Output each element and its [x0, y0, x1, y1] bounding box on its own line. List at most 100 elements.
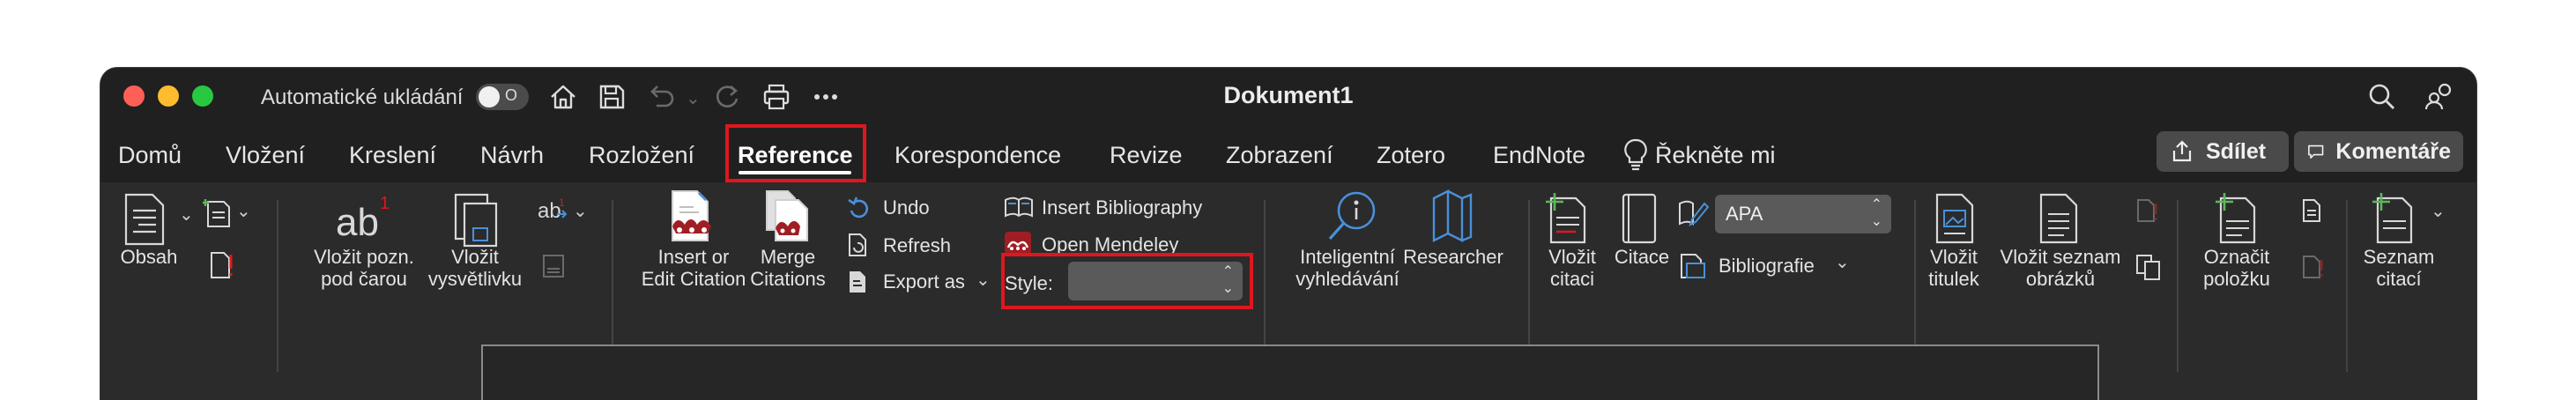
insert-citation-label-line2: citaci	[1549, 268, 1595, 290]
smart-lookup-label[interactable]: Inteligentní vyhledávání	[1281, 246, 1414, 290]
share-icon	[2172, 140, 2192, 162]
document-title: Dokument1	[1223, 82, 1354, 108]
next-footnote-dropdown-chevron-icon[interactable]: ⌄	[573, 200, 588, 222]
ribbon-separator	[277, 200, 278, 372]
tab-design[interactable]: Návrh	[480, 142, 544, 169]
toc-dropdown-chevron-icon[interactable]: ⌄	[179, 204, 194, 226]
mendeley-merge-label-line2: Citations	[750, 268, 826, 290]
insert-bibliography-icon[interactable]	[1004, 195, 1034, 219]
ribbon-separator	[2177, 200, 2179, 372]
mendeley-undo-label[interactable]: Undo	[883, 196, 930, 219]
citation-style-icon	[1678, 200, 1710, 226]
insert-footnote-label-line2: pod čarou	[321, 268, 407, 290]
tab-draw[interactable]: Kreslení	[349, 142, 436, 169]
insert-citation-label[interactable]: Vložit citaci	[1524, 246, 1621, 290]
tab-mailings[interactable]: Korespondence	[895, 142, 1061, 169]
stepper-arrows-icon: ⌃ ⌄	[1870, 197, 1882, 229]
insert-endnote-label[interactable]: Vložit vysvětlivku	[422, 246, 528, 290]
insert-bibliography-label[interactable]: Insert Bibliography	[1042, 196, 1202, 219]
next-footnote-icon[interactable]: ab 1	[538, 196, 568, 223]
comments-label: Komentáře	[2335, 138, 2451, 164]
update-figures-table-icon[interactable]	[2134, 196, 2161, 225]
tab-zotero[interactable]: Zotero	[1377, 142, 1445, 169]
tab-layout[interactable]: Rozložení	[589, 142, 694, 169]
mendeley-insert-citation-icon[interactable]	[667, 188, 718, 244]
bibliography-style-select[interactable]: APA ⌃ ⌄	[1715, 195, 1891, 233]
bibliography-style-value: APA	[1726, 203, 1763, 225]
comment-icon	[2308, 144, 2324, 159]
svg-text:ab: ab	[538, 199, 561, 223]
style-field-highlight-box	[1001, 253, 1253, 309]
export-dropdown-chevron-icon[interactable]: ⌄	[976, 269, 991, 291]
mendeley-merge-citations-icon[interactable]	[763, 188, 814, 244]
reference-tab-highlight-box	[725, 124, 866, 182]
insert-caption-label[interactable]: Vložit titulek	[1914, 246, 1993, 290]
insert-caption-icon[interactable]	[1934, 191, 1978, 246]
mark-citation-dropdown-chevron-icon[interactable]: ⌄	[2431, 200, 2446, 222]
comments-button[interactable]: Komentáře	[2294, 131, 2463, 172]
insert-endnote-label-line2: vysvětlivku	[427, 268, 523, 290]
tab-home[interactable]: Domů	[118, 142, 182, 169]
researcher-label[interactable]: Researcher	[1396, 246, 1511, 268]
insert-footnote-icon[interactable]: ab 1	[332, 191, 394, 244]
insert-endnote-icon[interactable]	[449, 191, 503, 248]
update-index-icon[interactable]	[2300, 253, 2327, 281]
svg-text:1: 1	[559, 196, 565, 209]
insert-table-of-figures-label[interactable]: Vložit seznam obrázků	[1995, 246, 2126, 290]
share-button[interactable]: Sdílet	[2157, 131, 2289, 172]
lightbulb-icon	[1621, 137, 1651, 172]
mendeley-refresh-label[interactable]: Refresh	[883, 234, 951, 257]
mendeley-export-icon[interactable]	[846, 269, 871, 295]
mendeley-logo-icon[interactable]	[1005, 232, 1031, 255]
tab-endnote[interactable]: EndNote	[1493, 142, 1585, 169]
insert-index-icon[interactable]	[2300, 196, 2327, 225]
mendeley-refresh-icon[interactable]	[846, 232, 871, 258]
mendeley-merge-citations-label[interactable]: Merge Citations	[739, 246, 836, 290]
researcher-icon[interactable]	[1427, 188, 1478, 244]
bibliography-dropdown-chevron-icon[interactable]: ⌄	[1835, 251, 1850, 273]
add-text-dropdown-chevron-icon[interactable]: ⌄	[236, 200, 251, 222]
authorities-label-line2: citací	[2376, 268, 2422, 290]
cross-reference-icon[interactable]	[2134, 253, 2163, 281]
mark-citation-icon[interactable]	[2371, 191, 2420, 246]
insert-table-of-figures-icon[interactable]	[2038, 191, 2082, 246]
tell-me-search[interactable]: Řekněte mi	[1655, 142, 1776, 169]
mark-entry-label-line1: Označit	[2203, 246, 2270, 268]
search-icon[interactable]	[2365, 80, 2399, 114]
table-of-contents-icon[interactable]	[122, 191, 167, 248]
tab-review[interactable]: Revize	[1110, 142, 1183, 169]
ribbon-tabs: Domů Vložení Kreslení Návrh Rozložení Re…	[100, 130, 2476, 182]
authorities-label-line1: Seznam	[2363, 246, 2435, 268]
bibliography-label[interactable]: Bibliografie	[1719, 255, 1815, 278]
mark-entry-icon[interactable]	[2214, 191, 2263, 246]
add-text-icon[interactable]	[203, 196, 234, 232]
account-icon[interactable]	[2422, 80, 2455, 114]
title-bar: Automatické ukládání O ⌄ Dokument1	[100, 68, 2476, 122]
share-label: Sdílet	[2206, 138, 2267, 164]
show-notes-icon[interactable]	[541, 253, 566, 279]
toc-label[interactable]: Obsah	[118, 246, 180, 268]
document-page[interactable]	[481, 344, 2099, 400]
update-table-icon[interactable]	[208, 249, 234, 281]
smart-lookup-icon[interactable]	[1325, 188, 1381, 244]
insert-footnote-label[interactable]: Vložit pozn. pod čarou	[298, 246, 430, 290]
tab-view[interactable]: Zobrazení	[1226, 142, 1333, 169]
mark-entry-label[interactable]: Označit položku	[2191, 246, 2283, 290]
mendeley-undo-icon[interactable]	[846, 195, 871, 219]
manage-sources-icon[interactable]	[1620, 191, 1660, 246]
insert-citation-label-line1: Vložit	[1548, 246, 1596, 268]
insert-footnote-label-line1: Vložit pozn.	[314, 246, 414, 268]
mendeley-export-label[interactable]: Export as	[883, 270, 965, 293]
svg-text:1: 1	[380, 194, 390, 213]
insert-citation-icon[interactable]	[1544, 191, 1593, 246]
table-of-figures-label-line1: Vložit seznam	[2000, 246, 2121, 268]
smart-lookup-label-line2: vyhledávání	[1295, 268, 1399, 290]
tab-insert[interactable]: Vložení	[226, 142, 305, 169]
insert-caption-label-line2: titulek	[1928, 268, 1979, 290]
table-of-authorities-label[interactable]: Seznam citací	[2357, 246, 2441, 290]
smart-lookup-label-line1: Inteligentní	[1300, 246, 1395, 268]
citations-label[interactable]: Citace	[1609, 246, 1674, 268]
table-of-figures-label-line2: obrázků	[2025, 268, 2096, 290]
svg-text:ab: ab	[336, 201, 379, 244]
bibliography-icon[interactable]	[1678, 251, 1710, 279]
